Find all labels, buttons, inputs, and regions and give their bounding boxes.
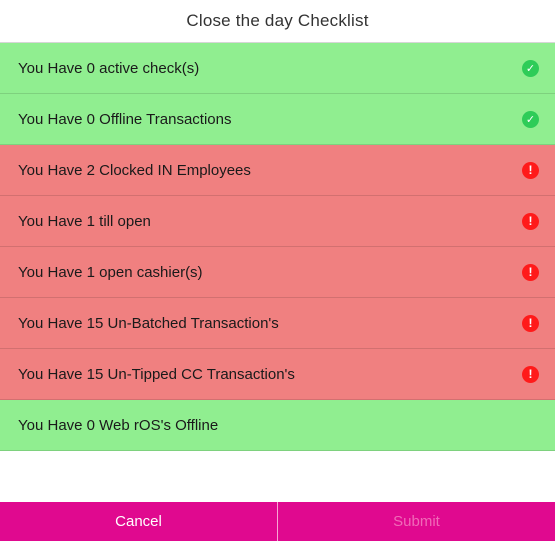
checklist-item-unbatched-transactions: You Have 15 Un-Batched Transaction's ! <box>0 298 555 349</box>
checklist-item-web-ros-offline: You Have 0 Web rOS's Offline <box>0 400 555 451</box>
checklist-item-active-checks: You Have 0 active check(s) ✓ <box>0 43 555 94</box>
checklist-item-clocked-in-employees: You Have 2 Clocked IN Employees ! <box>0 145 555 196</box>
dialog-header: Close the day Checklist <box>0 0 555 43</box>
checklist-item-till-open: You Have 1 till open ! <box>0 196 555 247</box>
checklist-item-untipped-cc-transactions: You Have 15 Un-Tipped CC Transaction's ! <box>0 349 555 400</box>
checklist-item-label: You Have 1 open cashier(s) <box>18 263 203 281</box>
checklist-item-label: You Have 0 Offline Transactions <box>18 110 232 128</box>
checklist: You Have 0 active check(s) ✓ You Have 0 … <box>0 43 555 451</box>
check-circle-icon: ✓ <box>522 110 539 128</box>
alert-circle-icon: ! <box>522 161 539 179</box>
alert-circle-icon: ! <box>522 365 539 383</box>
close-day-dialog: Close the day Checklist You Have 0 activ… <box>0 0 555 541</box>
checklist-item-label: You Have 15 Un-Tipped CC Transaction's <box>18 365 295 383</box>
checklist-item-label: You Have 0 active check(s) <box>18 59 200 77</box>
checklist-item-label: You Have 15 Un-Batched Transaction's <box>18 314 279 332</box>
cancel-button[interactable]: Cancel <box>0 502 277 541</box>
check-circle-icon: ✓ <box>522 59 539 77</box>
submit-button[interactable]: Submit <box>278 502 555 541</box>
alert-circle-icon: ! <box>522 314 539 332</box>
dialog-footer: Cancel Submit <box>0 502 555 541</box>
alert-circle-icon: ! <box>522 212 539 230</box>
alert-circle-icon: ! <box>522 263 539 281</box>
checklist-item-open-cashiers: You Have 1 open cashier(s) ! <box>0 247 555 298</box>
checklist-item-label: You Have 1 till open <box>18 212 151 230</box>
checklist-item-label: You Have 0 Web rOS's Offline <box>18 416 219 434</box>
checklist-item-offline-transactions: You Have 0 Offline Transactions ✓ <box>0 94 555 145</box>
checklist-item-label: You Have 2 Clocked IN Employees <box>18 161 251 179</box>
dialog-title: Close the day Checklist <box>186 11 369 30</box>
